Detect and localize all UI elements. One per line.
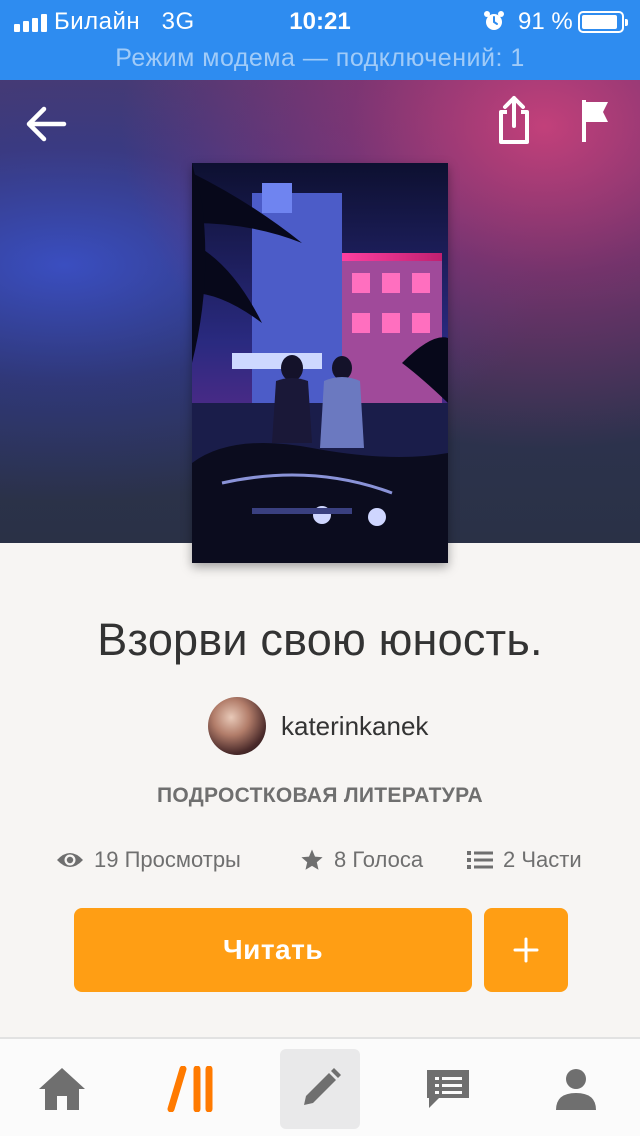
report-button[interactable] xyxy=(570,96,618,144)
plus-icon xyxy=(513,937,539,963)
back-button[interactable] xyxy=(22,100,70,148)
share-button[interactable] xyxy=(490,96,538,144)
parts-count: 2 Части xyxy=(503,847,582,872)
add-to-library-button[interactable] xyxy=(484,908,568,992)
author-avatar[interactable] xyxy=(208,697,266,755)
home-icon xyxy=(39,1068,85,1110)
list-icon xyxy=(467,851,493,869)
flag-icon xyxy=(582,100,608,142)
battery-icon xyxy=(578,11,628,33)
story-cover[interactable] xyxy=(192,163,448,563)
tab-home[interactable] xyxy=(22,1049,102,1129)
battery-percent: 91 % xyxy=(518,8,573,35)
share-icon xyxy=(499,96,529,144)
author-link[interactable]: katerinkanek xyxy=(208,697,428,755)
tab-library[interactable] xyxy=(152,1049,232,1129)
cover-image xyxy=(192,163,448,563)
author-name[interactable]: katerinkanek xyxy=(281,711,428,742)
story-category[interactable]: ПОДРОСТКОВАЯ ЛИТЕРАТУРА xyxy=(0,784,640,808)
tab-write[interactable] xyxy=(280,1049,360,1129)
profile-icon xyxy=(556,1069,596,1110)
status-bar: Билайн 3G 10:21 91 % Режим модема — подк… xyxy=(0,0,640,80)
views-count: 19 Просмотры xyxy=(94,847,241,872)
votes-count: 8 Голоса xyxy=(334,847,424,872)
eye-icon xyxy=(57,853,83,867)
alarm-icon xyxy=(482,9,506,33)
messages-icon xyxy=(427,1070,469,1108)
read-button[interactable]: Читать xyxy=(74,908,472,992)
views-stat: 19 Просмотры xyxy=(56,842,241,878)
star-icon xyxy=(301,849,323,870)
library-icon xyxy=(167,1066,213,1112)
arrow-left-icon xyxy=(26,106,67,142)
tab-bar xyxy=(0,1037,640,1136)
story-title: Взорви свою юность. xyxy=(97,614,543,665)
votes-stat: 8 Голоса xyxy=(300,842,423,878)
hotspot-banner[interactable]: Режим модема — подключений: 1 xyxy=(0,44,640,73)
parts-stat[interactable]: 2 Части xyxy=(467,842,582,878)
tab-messages[interactable] xyxy=(408,1049,488,1129)
story-stats: 19 Просмотры 8 Голоса 2 Части xyxy=(0,842,640,878)
tab-profile[interactable] xyxy=(536,1049,616,1129)
write-icon xyxy=(304,1068,341,1105)
